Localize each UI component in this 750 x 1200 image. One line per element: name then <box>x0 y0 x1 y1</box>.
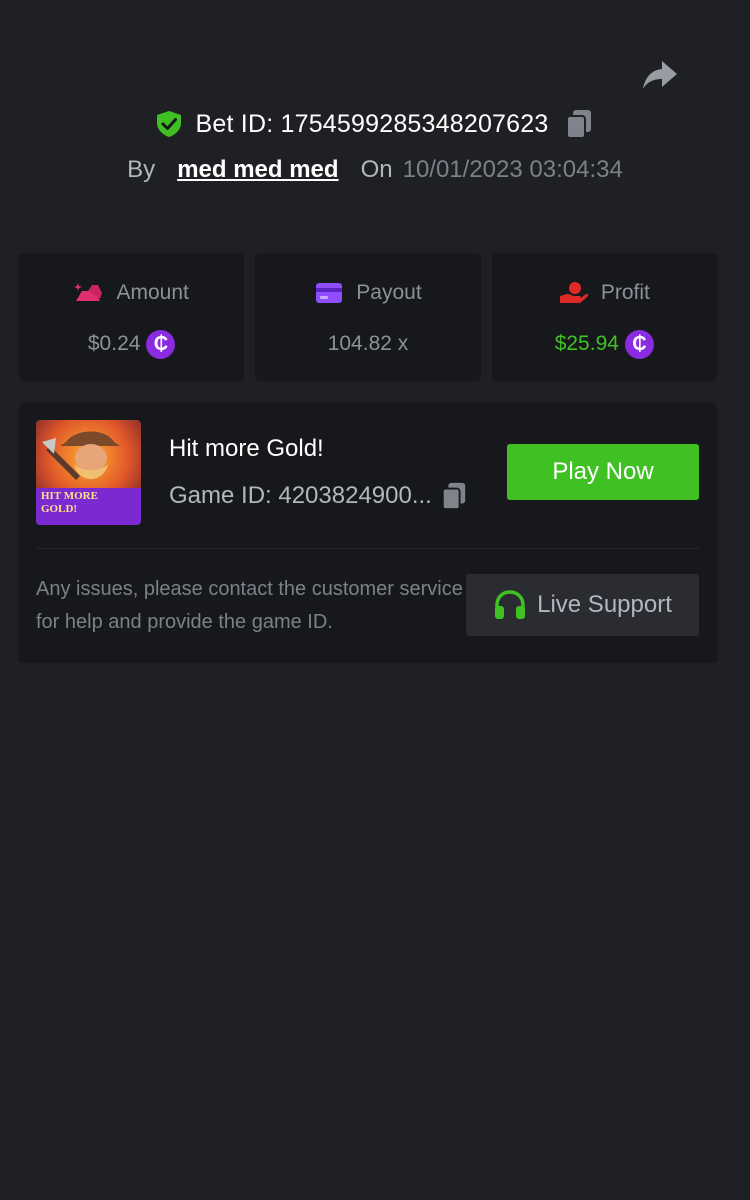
share-icon <box>643 61 677 89</box>
game-title: Hit more Gold! <box>169 435 324 462</box>
shield-check-icon <box>156 110 182 138</box>
share-button[interactable] <box>640 56 680 94</box>
live-support-button[interactable]: Live Support <box>466 574 699 636</box>
copy-icon[interactable] <box>564 108 594 140</box>
author-row: By med med med On 10/01/2023 03:04:34 <box>0 156 750 184</box>
bet-id-row: Bet ID: 1754599285348207623 <box>0 108 750 140</box>
live-support-label: Live Support <box>537 591 672 618</box>
divider <box>36 548 700 549</box>
stat-profit-label: Profit <box>600 281 650 304</box>
coin-icon: ₵ <box>146 329 176 359</box>
game-id-text: Game ID: 4203824900... <box>169 482 432 509</box>
thumb-title: HIT MORE GOLD! <box>41 490 98 515</box>
stat-amount-value: $0.24 <box>87 332 141 355</box>
game-id-row: Game ID: 4203824900... <box>169 481 468 511</box>
game-card: HIT MORE GOLD! Hit more Gold! Game ID: 4… <box>19 403 717 663</box>
stat-profit: Profit $25.94 ₵ <box>491 253 717 381</box>
bet-id-text: Bet ID: 1754599285348207623 <box>195 109 549 138</box>
stat-payout-label: Payout <box>356 281 422 304</box>
stat-amount-label: Amount <box>116 281 189 304</box>
on-label: On <box>360 156 393 183</box>
coin-icon: ₵ <box>624 329 654 359</box>
copy-icon[interactable] <box>440 481 468 511</box>
bet-date: 10/01/2023 03:04:34 <box>402 156 623 183</box>
play-now-button[interactable]: Play Now <box>507 444 699 500</box>
game-thumbnail[interactable]: HIT MORE GOLD! <box>36 420 141 525</box>
bet-stats: Amount $0.24 ₵ Payout 104.82 x Profit $2… <box>19 253 717 381</box>
help-text: Any issues, please contact the customer … <box>36 578 463 633</box>
headphones-icon <box>493 589 527 621</box>
stat-amount: Amount $0.24 ₵ <box>19 253 245 381</box>
stat-payout-value: 104.82 x <box>327 332 409 355</box>
hand-coin-icon <box>559 281 589 305</box>
username-link[interactable]: med med med <box>177 156 338 184</box>
by-label: By <box>127 156 156 183</box>
gold-bar-icon <box>74 281 104 305</box>
stat-profit-value: $25.94 <box>554 332 619 355</box>
stat-payout: Payout 104.82 x <box>255 253 481 381</box>
card-icon <box>314 281 344 305</box>
